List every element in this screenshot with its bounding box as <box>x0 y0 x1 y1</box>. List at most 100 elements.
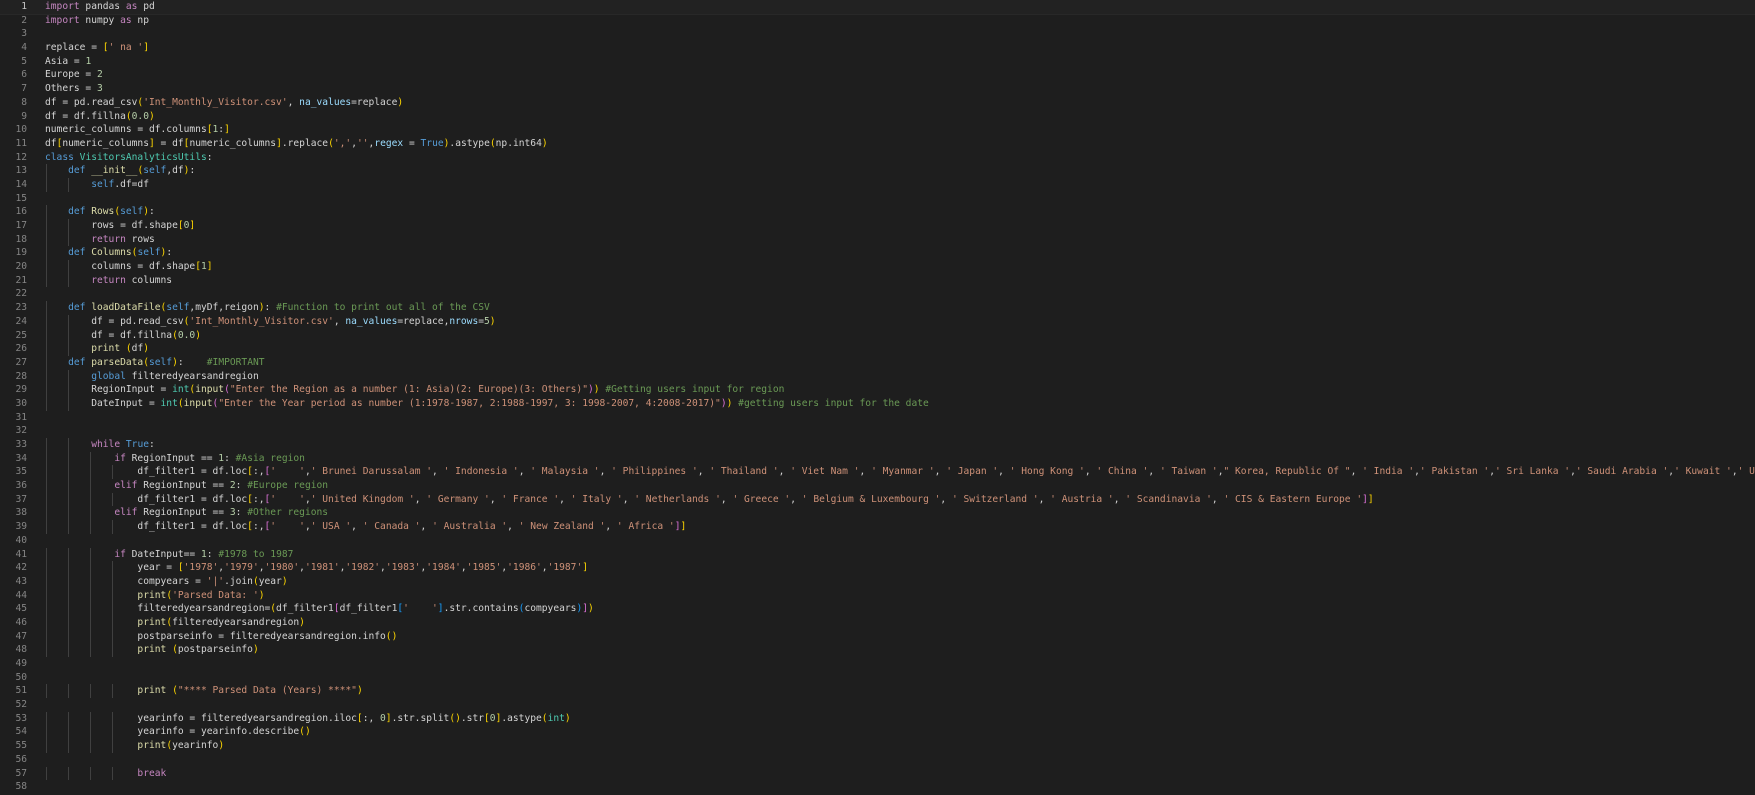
line-number: 38 <box>15 507 27 519</box>
code-line[interactable]: 21 return columns <box>0 273 1755 288</box>
code-token: class <box>45 151 74 163</box>
code-token: RegionInput == <box>137 480 230 492</box>
code-line[interactable]: 27 def parseData(self): #IMPORTANT <box>0 355 1755 370</box>
code-token: #Asia region <box>235 452 305 464</box>
code-line[interactable]: 9 df = df.fillna(0.0) <box>0 110 1755 124</box>
code-token: return <box>91 274 126 286</box>
code-line[interactable]: 10 numeric_columns = df.columns[1:] <box>0 123 1755 137</box>
code-line[interactable]: 20 columns = df.shape[1] <box>0 260 1755 274</box>
code-line[interactable]: 43 compyears = '|'.join(year) <box>0 574 1755 589</box>
code-line[interactable]: 17 rows = df.shape[0] <box>0 219 1755 233</box>
code-line[interactable]: 51 print ("**** Parsed Data (Years) ****… <box>0 684 1755 699</box>
code-token: 3 <box>96 83 103 95</box>
code-line[interactable]: 40 <box>0 534 1755 548</box>
code-line[interactable]: 3 <box>0 27 1755 41</box>
code-line[interactable]: 37 df_filter1 = df.loc[:,[' ',' United K… <box>0 492 1755 507</box>
code-line[interactable]: 18 return rows <box>0 232 1755 247</box>
code-token: ,df <box>166 165 184 177</box>
code-line[interactable]: 42 year = ['1978','1979','1980','1981','… <box>0 561 1755 575</box>
code-line[interactable]: 36 elif RegionInput == 2: #Europe region <box>0 479 1755 493</box>
code-token: , <box>778 466 791 478</box>
code-line[interactable]: 23 def loadDataFile(self,myDf,reigon): #… <box>0 301 1755 315</box>
code-line[interactable]: 48 print (postparseinfo) <box>0 643 1755 657</box>
code-token: year = <box>45 562 178 574</box>
code-line[interactable]: 32 <box>0 424 1755 438</box>
line-number: 42 <box>15 562 27 574</box>
code-line[interactable]: 52 <box>0 698 1755 712</box>
code-token: '1983' <box>385 562 421 574</box>
code-line[interactable]: 8 df = pd.read_csv('Int_Monthly_Visitor.c… <box>0 96 1755 110</box>
code-line[interactable]: 38 elif RegionInput == 3: #Other regions <box>0 506 1755 521</box>
code-lines[interactable]: 1 import pandas as pd 2 import numpy as np 3… <box>0 0 1755 794</box>
code-line[interactable]: 45 filteredyearsandregion=(df_filter1[df… <box>0 602 1755 616</box>
code-line[interactable]: 35 df_filter1 = df.loc[:,[' ',' Brunei D… <box>0 465 1755 480</box>
code-line[interactable]: 34 if RegionInput == 1: #Asia region <box>0 451 1755 466</box>
code-line[interactable]: 56 <box>0 753 1755 767</box>
code-line[interactable]: 53 yearinfo = filteredyearsandregion.ilo… <box>0 711 1755 726</box>
code-line[interactable]: 5 Asia = 1 <box>0 55 1755 69</box>
code-line[interactable]: 54 yearinfo = yearinfo.describe() <box>0 725 1755 740</box>
code-text: Europe = 2 <box>45 68 103 82</box>
code-line[interactable]: 4 replace = [' na '] <box>0 41 1755 55</box>
code-line[interactable]: 19 def Columns(self): <box>0 246 1755 261</box>
code-line[interactable]: 28 global filteredyearsandregion <box>0 369 1755 384</box>
code-line[interactable]: 41 if DateInput== 1: #1978 to 1987 <box>0 547 1755 562</box>
code-token: , <box>599 466 612 478</box>
code-token: , <box>720 493 733 505</box>
code-token: df_filter1 = df.loc <box>45 521 248 533</box>
code-token: #1978 to 1987 <box>218 548 294 560</box>
code-token: 'Int_Monthly_Visitor.csv' <box>143 96 288 108</box>
line-number: 32 <box>15 425 27 437</box>
code-line[interactable]: 31 <box>0 411 1755 425</box>
code-line[interactable]: 12 class VisitorsAnalyticsUtils: <box>0 151 1755 165</box>
code-line[interactable]: 7 Others = 3 <box>0 82 1755 96</box>
code-text: def __init__(self,df): <box>45 164 195 178</box>
code-token: df_filter1 = df.loc <box>45 493 248 505</box>
line-number: 11 <box>15 137 27 149</box>
code-line[interactable]: 46 print(filteredyearsandregion) <box>0 615 1755 630</box>
code-line[interactable]: 15 <box>0 192 1755 206</box>
code-token: 0.0 <box>131 110 149 122</box>
code-token: ' Malaysia ' <box>530 466 600 478</box>
line-number: 41 <box>15 548 27 560</box>
code-token: elif <box>114 507 138 519</box>
code-line[interactable]: 49 <box>0 657 1755 671</box>
code-line[interactable]: 25 df = df.fillna(0.0) <box>0 328 1755 343</box>
code-line[interactable]: 24 df = pd.read_csv('Int_Monthly_Visitor… <box>0 314 1755 329</box>
code-line[interactable]: 50 <box>0 671 1755 685</box>
code-line[interactable]: 2 import numpy as np <box>0 14 1755 28</box>
code-line[interactable]: 58 <box>0 780 1755 794</box>
code-line[interactable]: 22 <box>0 287 1755 301</box>
code-line[interactable]: 39 df_filter1 = df.loc[:,[' ',' USA ', '… <box>0 520 1755 534</box>
code-line[interactable]: 1 import pandas as pd <box>0 0 1755 15</box>
code-line[interactable]: 55 print(yearinfo) <box>0 739 1755 753</box>
code-line[interactable]: 6 Europe = 2 <box>0 68 1755 82</box>
code-text: df = df.fillna(0.0) <box>45 110 155 124</box>
code-token: df_filter1 = df.loc <box>45 466 248 478</box>
code-line[interactable]: 44 print('Parsed Data: ') <box>0 588 1755 603</box>
code-line[interactable]: 29 RegionInput = int(input("Enter the Re… <box>0 383 1755 397</box>
code-text: df = df.fillna(0.0) <box>45 329 201 343</box>
code-line[interactable]: 47 postparseinfo = filteredyearsandregio… <box>0 629 1755 644</box>
code-token: df = pd.read_csv <box>45 96 138 108</box>
line-number: 17 <box>15 220 27 231</box>
code-line[interactable]: 13 def __init__(self,df): <box>0 164 1755 178</box>
code-token: ' United Kingdom ' <box>310 493 415 505</box>
code-line[interactable]: 57 break <box>0 766 1755 781</box>
code-line[interactable]: 30 DateInput = int(input("Enter the Year… <box>0 396 1755 411</box>
code-line[interactable]: 11 df[numeric_columns] = df[numeric_colum… <box>0 137 1755 151</box>
code-line[interactable]: 33 while True: <box>0 438 1755 452</box>
code-line[interactable]: 26 print (df) <box>0 342 1755 356</box>
code-editor[interactable]: 1 import pandas as pd 2 import numpy as np 3… <box>0 0 1755 795</box>
code-token: pandas <box>79 1 126 12</box>
code-token: ' Kuwait ' <box>1674 466 1732 478</box>
code-line[interactable]: 16 def Rows(self): <box>0 205 1755 219</box>
code-token: DateInput== <box>125 548 201 560</box>
code-line[interactable]: 14 self.df=df <box>0 177 1755 192</box>
code-token: , <box>518 466 531 478</box>
code-text: df_filter1 = df.loc[:,[' ',' USA ', ' Ca… <box>45 520 686 534</box>
code-token: ' Viet Nam ' <box>790 466 860 478</box>
